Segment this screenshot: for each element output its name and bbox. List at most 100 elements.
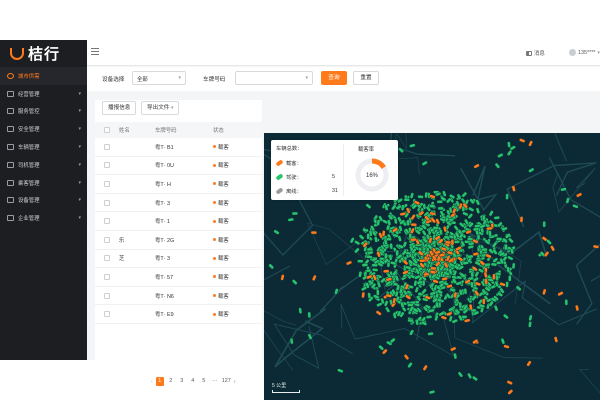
vehicle-marker-driving[interactable] [462, 211, 469, 217]
vehicle-marker[interactable] [291, 211, 299, 216]
vehicle-marker-occupied[interactable] [485, 253, 492, 259]
vehicle-marker[interactable] [291, 279, 298, 285]
vehicle-marker-occupied[interactable] [410, 222, 418, 227]
vehicle-marker[interactable] [519, 216, 524, 223]
report-info-button[interactable]: 播报信息 [102, 101, 137, 115]
vehicle-marker-driving[interactable] [395, 249, 400, 257]
page-button[interactable]: ··· [211, 377, 219, 386]
table-row[interactable]: 粤T· B1 载客 [95, 138, 262, 157]
sidebar-item-7[interactable]: 设备管理 ▾ [0, 192, 87, 210]
vehicle-marker-occupied[interactable] [492, 273, 496, 280]
vehicle-marker[interactable] [334, 288, 339, 295]
vehicle-marker[interactable] [576, 192, 583, 198]
row-checkbox[interactable] [104, 273, 110, 280]
vehicle-marker-driving[interactable] [507, 255, 514, 261]
vehicle-marker[interactable] [384, 252, 388, 260]
vehicle-marker[interactable] [528, 314, 533, 322]
user-menu[interactable]: 135**** ▾ [569, 49, 600, 56]
query-button[interactable]: 查询 [321, 71, 347, 85]
vehicle-marker-driving[interactable] [463, 288, 468, 295]
vehicle-marker[interactable] [575, 304, 580, 312]
vehicle-marker-driving[interactable] [366, 254, 373, 259]
vehicle-marker[interactable] [298, 307, 303, 314]
vehicle-marker-driving[interactable] [376, 289, 380, 296]
vehicle-marker[interactable] [526, 360, 532, 367]
vehicle-marker-driving[interactable] [388, 254, 393, 261]
vehicle-marker-driving[interactable] [358, 234, 365, 240]
vehicle-marker[interactable] [458, 301, 463, 309]
vehicle-marker[interactable] [378, 344, 385, 351]
sidebar-item-4[interactable]: 车辆管理 ▾ [0, 138, 87, 156]
vehicle-marker-driving[interactable] [453, 225, 459, 232]
page-button[interactable]: 127 [222, 377, 231, 386]
vehicle-marker[interactable] [273, 229, 280, 235]
vehicle-marker-driving[interactable] [374, 236, 378, 243]
table-row[interactable]: 粤T· 1 载客 [95, 212, 262, 231]
vehicle-marker[interactable] [310, 230, 318, 235]
vehicle-marker-occupied[interactable] [450, 239, 455, 246]
vehicle-marker-driving[interactable] [445, 197, 452, 204]
vehicle-marker-driving[interactable] [414, 286, 420, 293]
vehicle-marker[interactable] [461, 191, 468, 198]
vehicle-marker[interactable] [572, 204, 579, 209]
vehicle-marker[interactable] [507, 389, 514, 395]
vehicle-marker-driving[interactable] [400, 204, 405, 211]
row-checkbox[interactable] [104, 236, 110, 243]
vehicle-marker[interactable] [409, 329, 415, 336]
vehicle-marker-driving[interactable] [367, 292, 372, 299]
vehicle-marker[interactable] [542, 220, 546, 228]
vehicle-marker-driving[interactable] [492, 248, 498, 255]
vehicle-marker[interactable] [345, 260, 353, 266]
device-select[interactable]: 全部 ▾ [132, 71, 186, 85]
vehicle-marker[interactable] [505, 193, 509, 200]
vehicle-marker[interactable] [472, 375, 479, 382]
vehicle-marker-driving[interactable] [511, 262, 516, 270]
vehicle-marker[interactable] [268, 263, 275, 270]
vehicle-marker[interactable] [553, 336, 559, 343]
table-row[interactable]: 乐 粤T· 2G 载客 [95, 231, 262, 250]
sidebar-item-8[interactable]: 企业管理 ▾ [0, 209, 87, 227]
row-checkbox[interactable] [104, 292, 110, 299]
vehicle-marker-driving[interactable] [468, 206, 475, 212]
vehicle-marker-occupied[interactable] [446, 311, 453, 317]
table-row[interactable]: 粤T· N6 载客 [95, 287, 262, 306]
vehicle-marker-driving[interactable] [490, 262, 498, 267]
vehicle-marker[interactable] [311, 274, 317, 282]
vehicle-marker-driving[interactable] [358, 271, 363, 278]
vehicle-marker[interactable] [542, 288, 547, 296]
vehicle-marker-occupied[interactable] [484, 278, 489, 285]
vehicle-marker[interactable] [493, 305, 499, 312]
vehicle-marker-occupied[interactable] [440, 315, 448, 320]
vehicle-marker[interactable] [457, 371, 464, 378]
vehicle-marker-driving[interactable] [488, 210, 494, 217]
sidebar-item-0[interactable]: 城市供需 [0, 67, 87, 85]
vehicle-marker[interactable] [393, 217, 398, 225]
vehicle-marker-driving[interactable] [376, 302, 383, 307]
vehicle-marker-driving[interactable] [389, 242, 394, 250]
vehicle-marker[interactable] [307, 311, 312, 319]
sidebar-item-6[interactable]: 乘客管理 ▾ [0, 174, 87, 192]
page-button[interactable]: 3 [178, 377, 186, 386]
vehicle-marker[interactable] [550, 245, 556, 252]
vehicle-marker-driving[interactable] [472, 227, 480, 232]
menu-toggle-icon[interactable] [91, 48, 99, 55]
vehicle-marker[interactable] [546, 239, 552, 245]
row-checkbox[interactable] [104, 199, 110, 206]
vehicle-marker-driving[interactable] [428, 204, 436, 208]
reset-button[interactable]: 重置 [353, 71, 379, 85]
vehicle-marker-driving[interactable] [474, 224, 481, 228]
vehicle-marker-driving[interactable] [451, 318, 458, 324]
table-row[interactable]: 粤T· H 载客 [95, 175, 262, 194]
row-checkbox[interactable] [104, 255, 110, 262]
vehicle-marker-driving[interactable] [362, 228, 369, 233]
select-all-checkbox[interactable] [104, 127, 110, 133]
vehicle-marker-occupied[interactable] [457, 256, 464, 262]
vehicle-marker[interactable] [398, 147, 404, 153]
sidebar-item-2[interactable]: 服务管控 ▾ [0, 103, 87, 121]
row-checkbox[interactable] [104, 218, 110, 225]
vehicle-marker-driving[interactable] [475, 207, 481, 214]
vehicle-marker-driving[interactable] [484, 262, 491, 267]
vehicle-marker[interactable] [349, 237, 355, 244]
vehicle-marker-driving[interactable] [469, 281, 474, 288]
vehicle-marker[interactable] [504, 243, 508, 251]
